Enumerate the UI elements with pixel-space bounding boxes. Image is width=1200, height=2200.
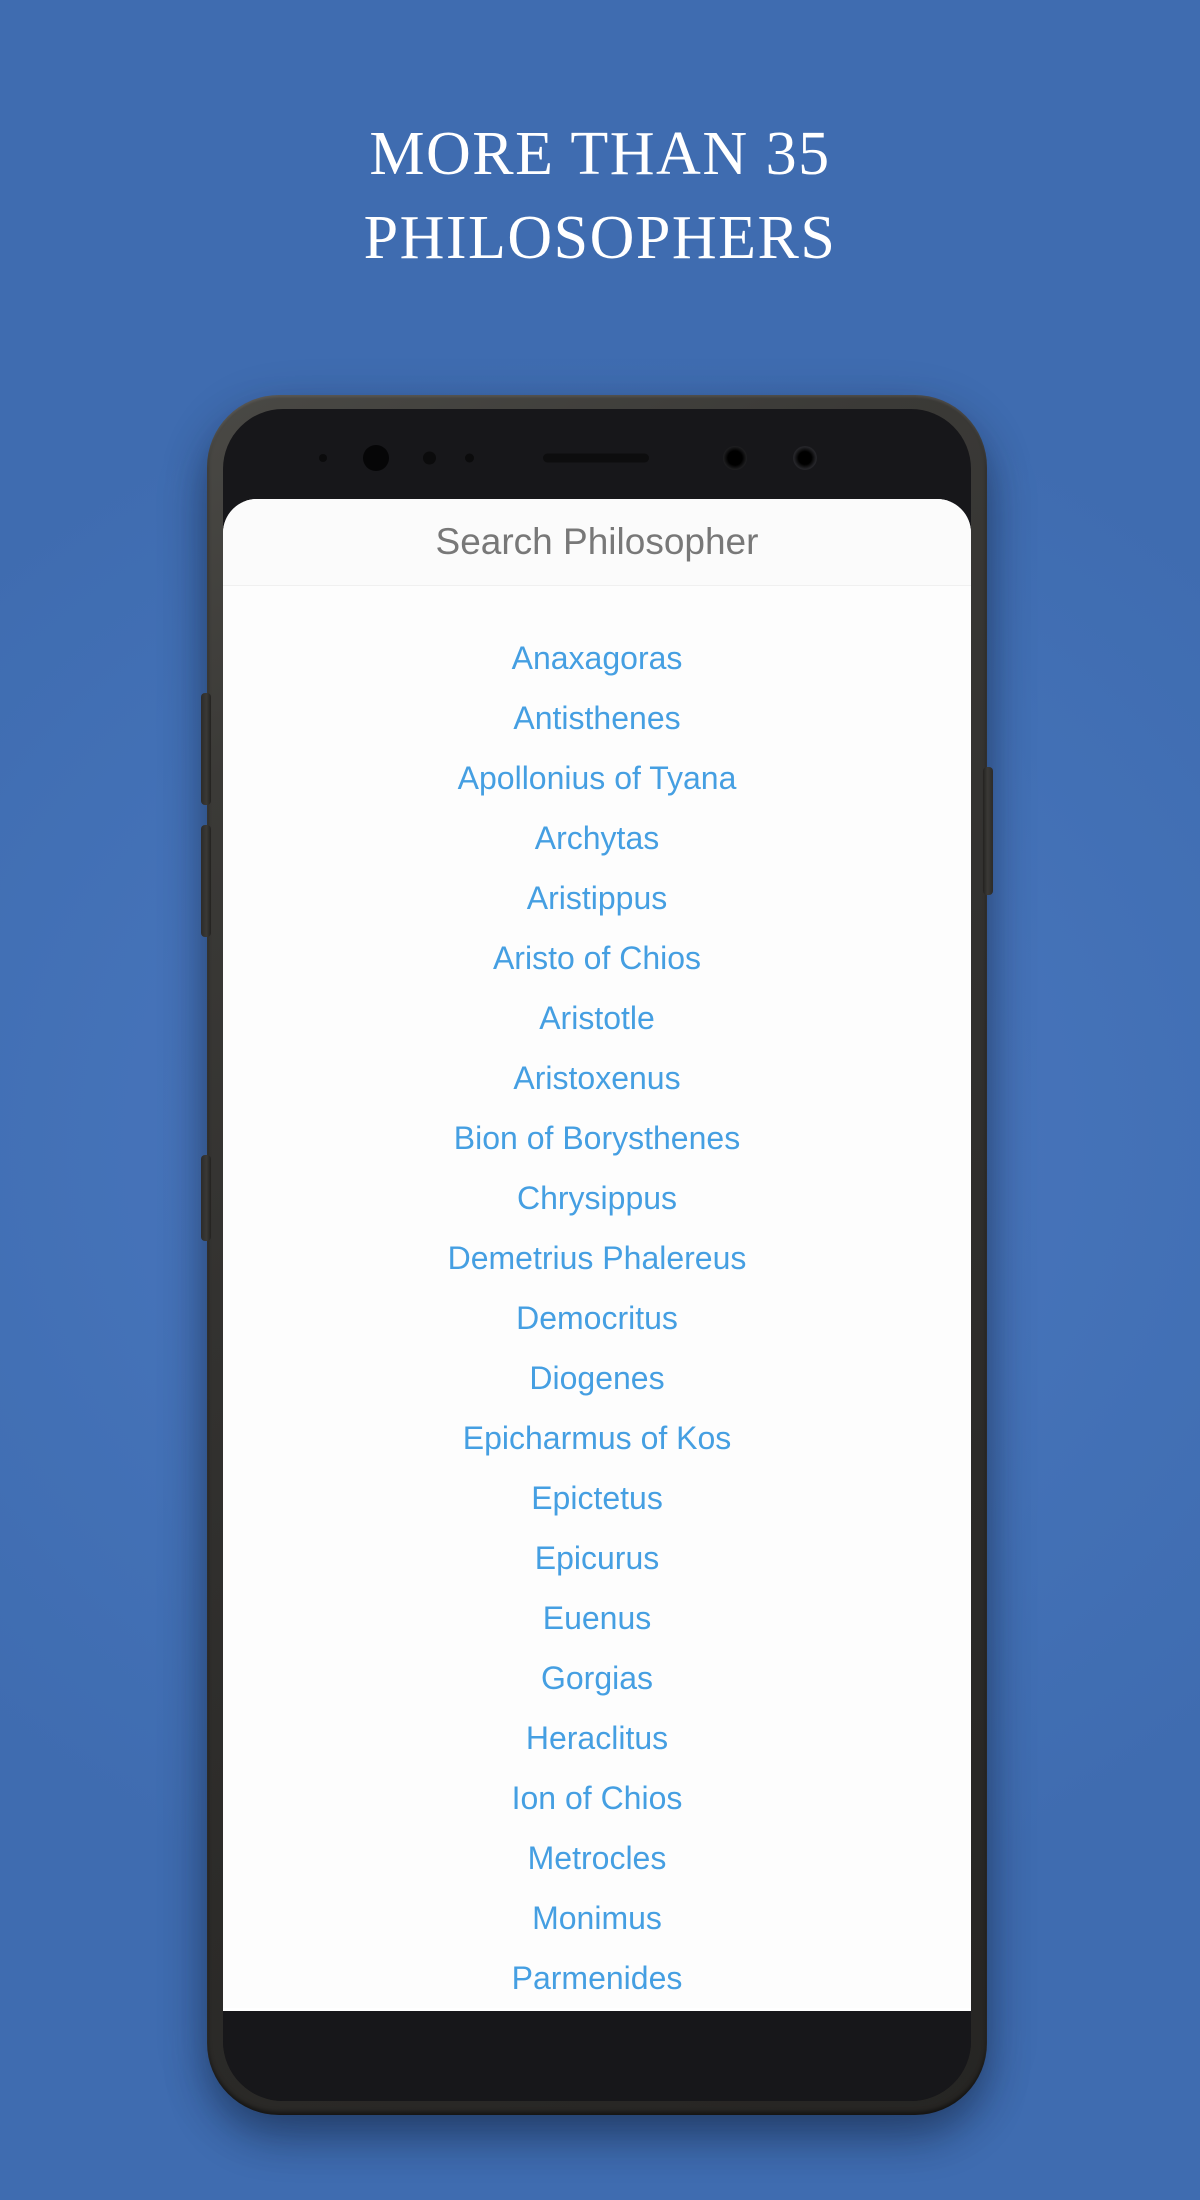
list-item[interactable]: Antisthenes <box>223 688 971 748</box>
list-item[interactable]: Aristo of Chios <box>223 928 971 988</box>
phone-frame: Anaxagoras Antisthenes Apollonius of Tya… <box>201 395 993 2115</box>
list-item[interactable]: Anaxagoras <box>223 628 971 688</box>
screen-bottom-bezel <box>223 2011 971 2101</box>
list-item[interactable]: Euenus <box>223 1588 971 1648</box>
light-sensor-icon <box>465 453 474 463</box>
list-item[interactable]: Chrysippus <box>223 1168 971 1228</box>
list-item[interactable]: Epicurus <box>223 1528 971 1588</box>
phone-bezel: Anaxagoras Antisthenes Apollonius of Tya… <box>223 409 971 2101</box>
volume-down-button[interactable] <box>201 825 211 937</box>
list-item[interactable]: Parmenides <box>223 1948 971 2008</box>
list-item[interactable]: Aristippus <box>223 868 971 928</box>
app-search-bar <box>223 499 971 586</box>
phone-mockup: Anaxagoras Antisthenes Apollonius of Tya… <box>197 395 997 2135</box>
bixby-button[interactable] <box>201 1155 211 1241</box>
power-button[interactable] <box>983 767 993 895</box>
list-item[interactable]: Diogenes <box>223 1348 971 1408</box>
list-item[interactable]: Archytas <box>223 808 971 868</box>
camera-lens-tertiary-icon <box>793 446 817 470</box>
list-item[interactable]: Heraclitus <box>223 1708 971 1768</box>
sensor-row <box>223 445 971 471</box>
list-item[interactable]: Gorgias <box>223 1648 971 1708</box>
list-item[interactable]: Monimus <box>223 1888 971 1948</box>
front-camera-icon <box>363 445 389 471</box>
list-item[interactable]: Bion of Borysthenes <box>223 1108 971 1168</box>
volume-up-button[interactable] <box>201 693 211 805</box>
list-item[interactable]: Aristoxenus <box>223 1048 971 1108</box>
phone-screen: Anaxagoras Antisthenes Apollonius of Tya… <box>223 499 971 2011</box>
search-input[interactable] <box>223 521 971 563</box>
proximity-sensor-icon <box>319 454 327 462</box>
list-item[interactable]: Demetrius Phalereus <box>223 1228 971 1288</box>
list-item[interactable]: Ion of Chios <box>223 1768 971 1828</box>
promo-stage: More than 35 Philosophers <box>0 0 1200 2200</box>
camera-lens-secondary-icon <box>723 446 747 470</box>
earpiece-speaker-icon <box>543 453 649 463</box>
list-item[interactable]: Epictetus <box>223 1468 971 1528</box>
list-item[interactable]: Apollonius of Tyana <box>223 748 971 808</box>
list-item[interactable]: Democritus <box>223 1288 971 1348</box>
iris-sensor-icon <box>423 451 436 465</box>
list-item[interactable]: Epicharmus of Kos <box>223 1408 971 1468</box>
philosopher-list: Anaxagoras Antisthenes Apollonius of Tya… <box>223 586 971 2008</box>
page-title: More than 35 Philosophers <box>363 120 837 272</box>
list-item[interactable]: Aristotle <box>223 988 971 1048</box>
list-item[interactable]: Metrocles <box>223 1828 971 1888</box>
